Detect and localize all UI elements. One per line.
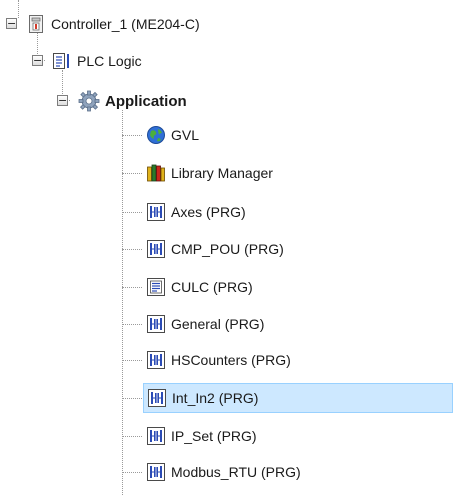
tree-line (122, 398, 142, 399)
tree-item-hscounters[interactable]: HSCounters (PRG) (146, 347, 291, 373)
ladder-program-icon (146, 490, 166, 495)
globe-icon (146, 125, 166, 145)
ladder-program-icon (146, 426, 166, 446)
tree-line (122, 110, 123, 495)
tree-item-label: Controller_1 (ME204-C) (51, 16, 200, 32)
ladder-program-icon (146, 314, 166, 334)
tree-item-label: GVL (171, 127, 200, 143)
collapse-toggle-application[interactable]: − (57, 95, 68, 106)
tree-item-label: Int_In2 (PRG) (172, 390, 259, 406)
tree-item-label: Library Manager (171, 165, 273, 181)
tree-line (18, 0, 19, 18)
tree-item-plc-logic[interactable]: PLC Logic (52, 48, 142, 74)
collapse-toggle-controller[interactable]: − (6, 18, 17, 29)
library-books-icon (146, 163, 166, 183)
tree-item-label: PLC Logic (77, 53, 142, 69)
document-program-icon (146, 277, 166, 297)
tree-item-label: CULC (PRG) (171, 279, 253, 295)
tree-item-label: Axes (PRG) (171, 204, 246, 220)
project-tree: − Controller_1 (ME204-C) − PLC Logic − A… (0, 0, 453, 495)
plc-logic-icon (52, 51, 72, 71)
ladder-program-icon (146, 462, 166, 482)
tree-item-next-partial[interactable] (146, 490, 171, 495)
tree-line (122, 324, 142, 325)
tree-item-general[interactable]: General (PRG) (146, 311, 264, 337)
tree-line (122, 135, 142, 136)
tree-line (122, 360, 142, 361)
gear-icon (78, 90, 100, 112)
tree-item-cmp-pou[interactable]: CMP_POU (PRG) (146, 236, 284, 262)
tree-item-library-manager[interactable]: Library Manager (146, 160, 273, 186)
tree-item-label: Application (105, 92, 187, 110)
tree-line (122, 436, 142, 437)
tree-item-application[interactable]: Application (78, 88, 187, 114)
tree-item-int-in2[interactable]: Int_In2 (PRG) (143, 383, 453, 413)
tree-item-modbus-rtu[interactable]: Modbus_RTU (PRG) (146, 459, 301, 485)
tree-item-label: CMP_POU (PRG) (171, 241, 284, 257)
collapse-toggle-plc-logic[interactable]: − (32, 55, 43, 66)
tree-item-culc[interactable]: CULC (PRG) (146, 274, 253, 300)
tree-item-axes[interactable]: Axes (PRG) (146, 199, 246, 225)
ladder-program-icon (146, 239, 166, 259)
tree-item-label: HSCounters (PRG) (171, 352, 291, 368)
tree-line (122, 472, 142, 473)
tree-line (122, 287, 142, 288)
controller-icon (26, 14, 46, 34)
tree-item-controller[interactable]: Controller_1 (ME204-C) (26, 11, 200, 37)
tree-item-label: IP_Set (PRG) (171, 428, 257, 444)
ladder-program-icon (146, 202, 166, 222)
ladder-program-icon (147, 388, 167, 408)
tree-item-ip-set[interactable]: IP_Set (PRG) (146, 423, 257, 449)
tree-line (122, 173, 142, 174)
tree-line (122, 249, 142, 250)
ladder-program-icon (146, 350, 166, 370)
tree-line (122, 212, 142, 213)
tree-item-label: Modbus_RTU (PRG) (171, 464, 301, 480)
tree-item-gvl[interactable]: GVL (146, 122, 199, 148)
tree-item-label: General (PRG) (171, 316, 265, 332)
